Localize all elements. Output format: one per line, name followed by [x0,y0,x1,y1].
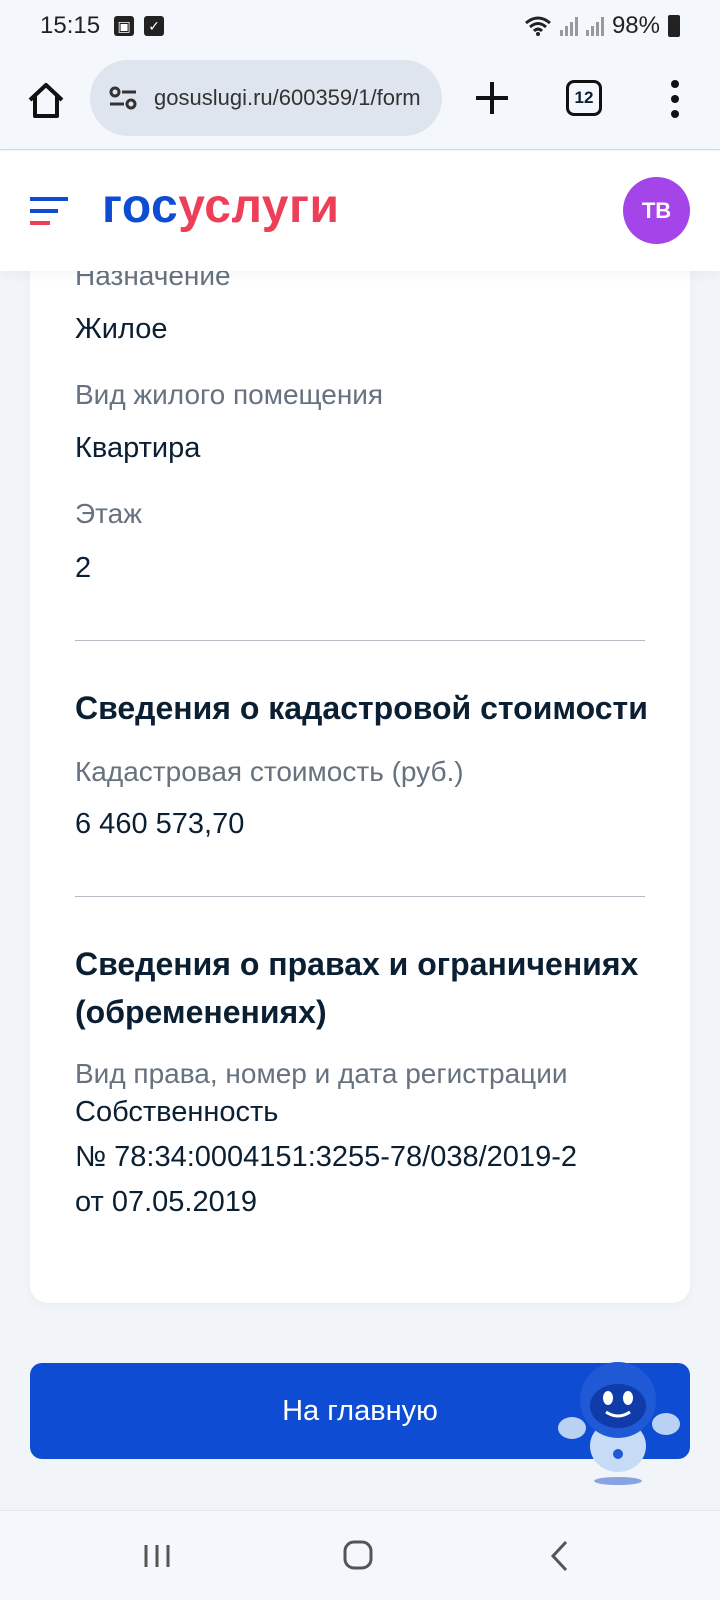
logo-part-gos: гос [102,180,179,233]
more-menu-icon[interactable] [660,76,690,122]
url-text[interactable]: gosuslugi.ru/600359/1/form [154,85,421,111]
recent-apps-icon[interactable] [142,1541,172,1571]
checkbox-notification-icon: ✓ [144,16,165,36]
rights-title-line-1: Сведения о правах и ограничениях [75,946,639,982]
app-header: госуслуги ТВ [0,151,720,271]
logo-part-uslugi: услуги [178,180,340,233]
status-bar: 15:15 ▣ ✓ 98% [0,0,720,52]
divider [75,896,645,897]
divider [75,640,645,641]
rights-registration-number: № 78:34:0004151:3255-78/038/2019-2 [75,1141,577,1173]
cadastral-section-title: Сведения о кадастровой стоимости [75,690,648,726]
cadastral-value-label: Кадастровая стоимость (руб.) [75,756,464,787]
gosuslugi-logo[interactable]: госуслуги [102,179,340,234]
robot-assistant-icon[interactable] [558,1358,688,1488]
tab-switcher-button[interactable]: 12 [566,80,602,116]
premises-type-value: Квартира [75,432,201,464]
hamburger-menu-icon[interactable] [30,195,68,227]
browser-toolbar: gosuslugi.ru/600359/1/form 12 [0,52,720,150]
battery-icon [668,15,680,37]
purpose-value: Жилое [75,313,168,345]
wifi-icon [524,16,551,36]
premises-type-label: Вид жилого помещения [75,379,384,410]
rights-registration-date: от 07.05.2019 [75,1186,257,1218]
signal-icon-1 [559,16,578,36]
rights-type: Собственность [75,1096,279,1128]
signal-icon-2 [585,16,604,36]
property-info-card: Назначение Жилое Вид жилого помещения Кв… [30,200,690,1303]
avatar[interactable]: ТВ [623,177,690,244]
rights-value: Собственность № 78:34:0004151:3255-78/03… [75,1090,577,1225]
rights-section-title: Сведения о правах и ограничениях (обреме… [75,940,655,1036]
floor-label: Этаж [75,498,142,529]
battery-percent: 98% [611,12,660,39]
site-settings-icon[interactable] [106,81,140,115]
address-bar[interactable]: gosuslugi.ru/600359/1/form [90,60,442,136]
status-time: 15:15 [40,12,101,39]
floor-value: 2 [75,552,92,584]
cadastral-value: 6 460 573,70 [75,808,245,840]
gallery-notification-icon: ▣ [114,16,135,36]
rights-title-line-2: (обременениях) [75,994,327,1030]
system-navigation-bar [0,1510,720,1600]
home-icon[interactable] [24,78,68,122]
back-icon[interactable] [548,1539,572,1573]
home-navigation-icon[interactable] [342,1539,374,1571]
plus-icon[interactable] [470,76,514,120]
rights-label: Вид права, номер и дата регистрации [75,1058,568,1089]
